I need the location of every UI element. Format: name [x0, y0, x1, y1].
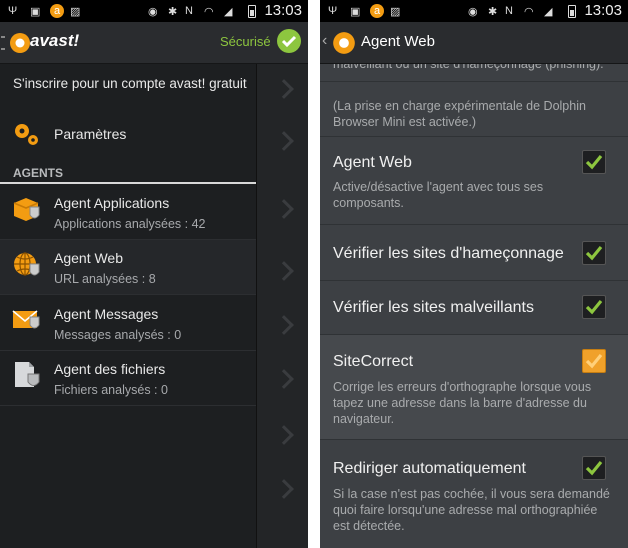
right-screen: Ψ ▣ a ▨ ◉ ✱ N ◠ ◢ 13:03 ‹ Agent Web malv… [320, 0, 628, 548]
phishing-checkbox[interactable] [582, 241, 606, 265]
settings-item[interactable]: Paramètres [54, 126, 126, 142]
navigation-drawer: S'inscrire pour un compte avast! gratuit… [0, 64, 256, 548]
clock: 13:03 [584, 2, 622, 19]
clock: 13:03 [264, 2, 302, 19]
setting-sitecorrect[interactable]: SiteCorrect Corrige les erreurs d'orthog… [320, 335, 628, 439]
signup-link[interactable]: S'inscrire pour un compte avast! gratuit [13, 76, 247, 91]
setting-description: Si la case n'est pas cochée, il vous ser… [333, 487, 610, 533]
setting-title: Rediriger automatiquement [333, 460, 526, 477]
dolphin-note-line2: Browser Mini est activée.) [333, 115, 477, 129]
agent-title: Agent Applications [54, 195, 170, 211]
gears-icon [15, 124, 38, 145]
cut-description: malveillant ou un site d'hameçonnage (ph… [333, 64, 604, 71]
section-header: AGENTS [13, 166, 64, 180]
usb-icon: Ψ [8, 5, 18, 17]
agent-subtitle: Messages analysés : 0 [54, 328, 182, 342]
dolphin-note-line1: (La prise en charge expérimentale de Dol… [333, 99, 586, 113]
check-icon [585, 353, 603, 369]
settings-list[interactable]: malveillant ou un site d'hameçonnage (ph… [320, 64, 628, 548]
sd-icon: ▣ [350, 5, 361, 18]
agent-title: Agent Messages [54, 306, 159, 322]
avast-logo-icon [10, 33, 30, 53]
secured-check-icon [277, 29, 301, 53]
agent-title: Agent des fichiers [54, 361, 166, 377]
nfc-icon: N [505, 5, 513, 17]
sd-icon: ▣ [30, 5, 41, 18]
back-chevron-icon[interactable]: ‹ [322, 32, 327, 50]
avast-notification-icon: a [370, 4, 384, 18]
left-screen: Ψ ▣ a ▨ ◉ ✱ N ◠ ◢ 13:03 avast! Sécurisé [0, 0, 308, 548]
agent-title: Agent Web [54, 250, 124, 266]
setting-description: Corrige les erreurs d'orthographe lorsqu… [333, 380, 592, 426]
auto-redirect-checkbox[interactable] [582, 456, 606, 480]
setting-title: Vérifier les sites malveillants [333, 299, 534, 316]
eye-icon: ◉ [468, 5, 478, 18]
malware-sites-checkbox[interactable] [582, 295, 606, 319]
nfc-icon: N [185, 5, 193, 17]
wifi-icon: ◠ [204, 5, 214, 18]
setting-description: Active/désactive l'agent avec tous ses c… [333, 180, 544, 210]
avast-notification-icon: a [50, 4, 64, 18]
bluetooth-icon: ✱ [488, 5, 498, 18]
check-icon [585, 154, 603, 170]
status-bar: Ψ ▣ a ▨ ◉ ✱ N ◠ ◢ 13:03 [320, 0, 628, 22]
usb-icon: Ψ [328, 5, 338, 17]
agent-subtitle: Applications analysées : 42 [54, 217, 206, 231]
action-bar: avast! Sécurisé [0, 22, 308, 64]
drawer-indicator-icon[interactable] [1, 36, 5, 50]
file-shield-icon [15, 362, 40, 387]
section-divider [0, 182, 256, 184]
image-icon: ▨ [390, 5, 401, 18]
box-shield-icon [13, 198, 40, 221]
action-bar: ‹ Agent Web [320, 22, 628, 64]
check-icon [585, 299, 603, 315]
app-title: avast! [30, 31, 80, 50]
agent-item-web[interactable]: Agent Web URL analysées : 8 [0, 240, 256, 294]
check-icon [585, 460, 603, 476]
setting-title: Vérifier les sites d'hameçonnage [333, 245, 564, 262]
main-content-behind-drawer [256, 64, 308, 548]
status-label: Sécurisé [220, 34, 271, 49]
battery-icon [568, 5, 576, 18]
signal-icon: ◢ [544, 5, 553, 18]
setting-title: SiteCorrect [333, 353, 414, 370]
battery-icon [248, 5, 256, 18]
image-icon: ▨ [70, 5, 81, 18]
agent-subtitle: Fichiers analysés : 0 [54, 383, 168, 397]
sitecorrect-checkbox[interactable] [582, 349, 606, 373]
agent-web-checkbox[interactable] [582, 150, 606, 174]
envelope-shield-icon [12, 310, 40, 329]
bluetooth-icon: ✱ [168, 5, 178, 18]
status-bar: Ψ ▣ a ▨ ◉ ✱ N ◠ ◢ 13:03 [0, 0, 308, 22]
globe-shield-icon [14, 252, 40, 276]
screen-title: Agent Web [361, 33, 435, 50]
signal-icon: ◢ [224, 5, 233, 18]
check-icon [585, 245, 603, 261]
agent-subtitle: URL analysées : 8 [54, 272, 156, 286]
eye-icon: ◉ [148, 5, 158, 18]
avast-logo-icon[interactable] [331, 30, 357, 56]
setting-title: Agent Web [333, 154, 412, 171]
wifi-icon: ◠ [524, 5, 534, 18]
